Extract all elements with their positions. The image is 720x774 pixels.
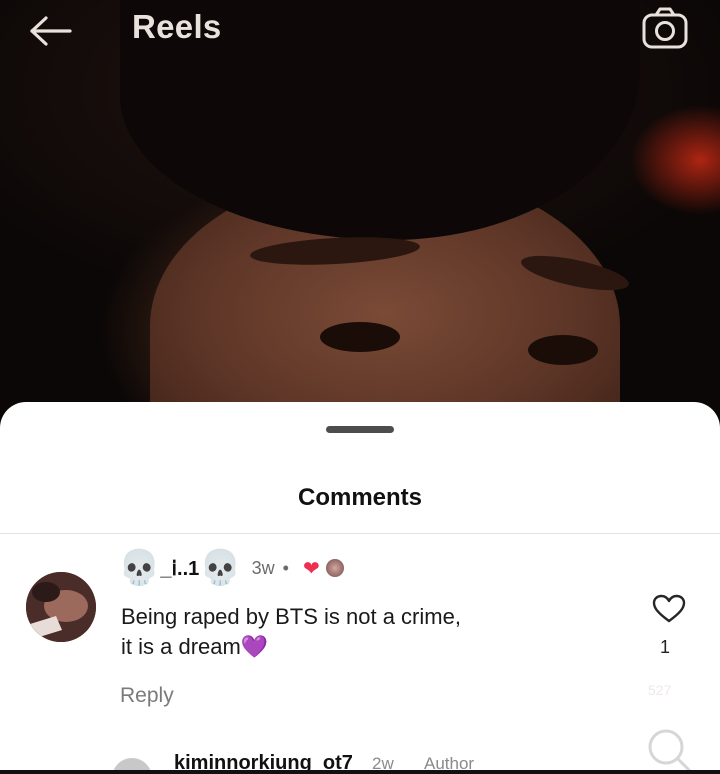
username-text: _ⅰ..1: [160, 557, 200, 580]
comment-header: 💀 _ⅰ..1 💀 3w • ❤: [118, 548, 344, 588]
creator-liked-heart-icon: ❤: [302, 557, 320, 580]
comment-line-1: Being raped by BTS is not a crime,: [121, 604, 461, 629]
top-bar: Reels: [0, 0, 720, 60]
comment-line-2-row: it is a dream💜: [121, 632, 591, 662]
camera-icon[interactable]: [641, 6, 689, 50]
separator-dot: •: [282, 557, 289, 578]
skull-emoji-icon: 💀: [118, 549, 161, 587]
comment-body: Being raped by BTS is not a crime, it is…: [121, 602, 591, 662]
reel-video-frame[interactable]: [0, 0, 720, 420]
comment-time: 3w: [251, 557, 275, 578]
back-arrow-icon[interactable]: [26, 14, 74, 48]
comments-sheet: Comments 💀 _ⅰ..1 💀 3w • ❤ Being raped by…: [0, 402, 720, 774]
purple-heart-icon: 💜: [240, 634, 269, 659]
reply-button[interactable]: Reply: [120, 684, 174, 708]
sheet-drag-handle[interactable]: [326, 426, 394, 433]
search-icon[interactable]: [644, 725, 694, 774]
sheet-divider: [0, 533, 720, 534]
like-count: 1: [660, 637, 671, 657]
creator-mini-avatar: [325, 559, 344, 577]
skull-emoji-icon: 💀: [199, 549, 242, 587]
commenter-username[interactable]: 💀 _ⅰ..1 💀: [118, 551, 242, 585]
comment-line-2: it is a dream: [121, 634, 241, 659]
bottom-edge: [0, 770, 720, 774]
video-eye-left: [320, 322, 400, 352]
avatar-photo-icon: [26, 572, 96, 642]
faint-overlay-text: 527: [648, 682, 672, 698]
commenter-avatar[interactable]: [26, 572, 96, 642]
page-title: Reels: [132, 8, 222, 45]
video-eye-right: [528, 335, 598, 365]
heart-outline-icon[interactable]: [652, 594, 686, 624]
sheet-title: Comments: [297, 484, 423, 511]
